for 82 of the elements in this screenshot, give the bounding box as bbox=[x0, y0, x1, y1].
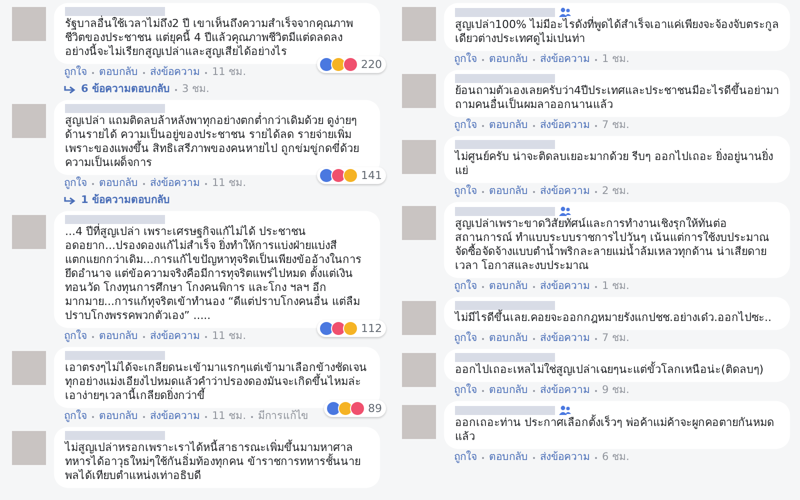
comment-action-link[interactable]: ถูกใจ bbox=[64, 66, 87, 79]
comment-action-link[interactable]: ถูกใจ bbox=[454, 332, 477, 345]
comment-action-link[interactable]: ถูกใจ bbox=[454, 53, 477, 66]
reaction-summary[interactable]: 112 bbox=[317, 320, 386, 337]
comment-time: 1 ชม. bbox=[602, 280, 630, 293]
comment-action-link[interactable]: ส่งข้อความ bbox=[150, 330, 200, 343]
comment-text: ไม่สูญเปล่าหรอกเพราะเราได้หนี้สาธารณะเพิ่มขึ้นมามหาศาล ทหารได้อาวุธใหม่ๆใช้กันอิ่มท้องทุกคน ข้าราชการทหารชั้นนายพลได้เทียบตำแหน่งเท่าอธิบดี bbox=[65, 441, 362, 483]
comment-action-link[interactable]: ถูกใจ bbox=[64, 177, 87, 190]
comment-action-link[interactable]: ถูกใจ bbox=[454, 280, 477, 293]
comment-time: 11 ชม. bbox=[212, 330, 246, 343]
reply-arrow-icon bbox=[64, 196, 76, 206]
comment-action-link[interactable]: ถูกใจ bbox=[64, 410, 87, 423]
comment-action-link[interactable]: ตอบกลับ bbox=[489, 53, 528, 66]
reaction-count: 220 bbox=[361, 58, 382, 72]
avatar-placeholder bbox=[12, 7, 46, 41]
comment-text: สูญเปล่าเพราะขาดวิสัยทัศน์และการทำงานเชิงรุกให้ทันต่อสถานการณ์ ทำแบบระบบราชการไปวันๆ เน้นแต่การใช้งบประมาณจัดซื้อจัดจ้างแบบตำน้ำพริกละลายแม่น้ำล้มเหลวทุกด้าน น่าเสียดายเวลา โอกาสและงบประมาณ bbox=[455, 217, 770, 273]
comment-text: เอาตรงๆไม่ได้จะเกลียดนะเข้ามาแรกๆแต่เข้ามาเลือกข้างชัดเจนทุกอย่างแม่งเอียงไปหมดแล้วคำว่าปรองดองมันจะเกิดขึ้นไหมล่ะเอาง่ายๆเวลานี้เกลียดยิ่งกว่าขี้ bbox=[65, 361, 368, 403]
comment-action-link[interactable]: ถูกใจ bbox=[454, 185, 477, 198]
reaction-summary[interactable]: 141 bbox=[317, 167, 386, 184]
comment-action-link[interactable]: ส่งข้อความ bbox=[540, 185, 590, 198]
comment-action-link[interactable]: ตอบกลับ bbox=[489, 384, 528, 397]
comment-time: 7 ชม. bbox=[602, 119, 630, 132]
reply-time: 3 ชม. bbox=[182, 83, 210, 96]
avatar-placeholder bbox=[12, 104, 46, 138]
reaction-summary[interactable]: 89 bbox=[324, 400, 386, 417]
comment-action-link[interactable]: ถูกใจ bbox=[454, 451, 477, 464]
comment-time: 11 ชม. bbox=[212, 410, 246, 423]
comment-time: 7 ชม. bbox=[602, 332, 630, 345]
comment-action-link[interactable]: ตอบกลับ bbox=[99, 177, 138, 190]
avatar-placeholder bbox=[12, 351, 46, 385]
avatar-placeholder bbox=[402, 7, 436, 41]
comment-action-link[interactable]: ตอบกลับ bbox=[489, 185, 528, 198]
avatar-placeholder bbox=[402, 206, 436, 240]
replies-link[interactable]: 1 ข้อความตอบกลับ bbox=[81, 194, 170, 207]
comment-time: 11 ชม. bbox=[212, 177, 246, 190]
comment-action-link[interactable]: ถูกใจ bbox=[454, 119, 477, 132]
comment-text: สูญเปล่า แถมติดลบล้าหลังพาทุกอย่างตกต่ำกว่าเดิมด้วย ดูง่ายๆด้านรายได้ ความเป็นอยู่ของประชาชน รายได้ลด รายจ่ายเพิ่มเพราะของแพงขึ้น สิทธิเสรีภาพของคนหายไป ถูกข่มขู่กดขี่ด้วยความเป็นเผด็จการ bbox=[65, 114, 360, 170]
comment-action-link[interactable]: ส่งข้อความ bbox=[540, 119, 590, 132]
comment-action-link[interactable]: ตอบกลับ bbox=[489, 119, 528, 132]
comment-action-link[interactable]: ถูกใจ bbox=[454, 384, 477, 397]
comment-action-link[interactable]: ตอบกลับ bbox=[489, 451, 528, 464]
avatar-placeholder bbox=[402, 405, 436, 439]
comment-action-link[interactable]: ตอบกลับ bbox=[489, 280, 528, 293]
comment-text: ออกไปเถอะเหลไม่ใช่สูญเปล่าเฉยๆนะแต่ขั้วโลกเหนือน่ะ(ติดลบๆ) bbox=[455, 363, 765, 377]
comment-action-link[interactable]: ส่งข้อความ bbox=[150, 177, 200, 190]
edited-label: มีการแก้ไข bbox=[258, 410, 308, 423]
comment-action-link[interactable]: ส่งข้อความ bbox=[540, 280, 590, 293]
comment-text: ออกเถอะท่าน ประกาศเลือกตั้งเร็วๆ พ่อค้าแม่ค้าจะผูกคอตายกันหมดแล้ว bbox=[455, 416, 775, 444]
avatar-placeholder bbox=[402, 353, 436, 387]
comment-text: ไม่ศูนย์ครับ น่าจะติดลบเยอะมากด้วย รีบๆ ออกไปเถอะ ยิ่งอยู่นานยิ่งแย่ bbox=[455, 150, 774, 178]
avatar-placeholder bbox=[12, 431, 46, 465]
replies-link[interactable]: 6 ข้อความตอบกลับ bbox=[81, 83, 170, 96]
comment-action-link[interactable]: ส่งข้อความ bbox=[540, 384, 590, 397]
comment-time: 9 ชม. bbox=[602, 384, 630, 397]
reply-arrow-icon bbox=[64, 84, 76, 94]
comment-time: 1 ชม. bbox=[602, 53, 630, 66]
avatar-placeholder bbox=[402, 140, 436, 174]
avatar-placeholder bbox=[402, 74, 436, 108]
comment-action-link[interactable]: ตอบกลับ bbox=[99, 410, 138, 423]
reaction-count: 89 bbox=[368, 402, 382, 416]
comment-text: ...4 ปีที่สูญเปล่า เพราะเศรษฐกิจแก้ไม่ได้ ประชาชนอดอยาก...ปรองดองแก้ไม่สำเร็จ ยิ่งทำให้การแบ่งฝ่ายแบ่งสี แตกแยกกว่าเดิม...การแก้ไขปัญหาทุจริตเป็นเพียงข้ออ้างในการยึดอำนาจ แต่ข้อความจริงคือมีการทุจริตแพร่ไปหมด ตั้งแต่เงินทอนวัด โกงทุนการศึกษา โกงคนพิการ และโกง ฯลฯ อีกมากมาย...การแก้ทุจริตเข้าทำนอง “ดีแต่ปราบโกงคนอื่น แต่ลืมปราบโกงพรรคพวกตัวเอง” ..... bbox=[65, 225, 362, 323]
avatar-placeholder bbox=[12, 215, 46, 249]
reaction-summary[interactable]: 220 bbox=[317, 56, 386, 73]
comment-time: 11 ชม. bbox=[212, 66, 246, 79]
avatar-placeholder bbox=[402, 301, 436, 335]
comment-action-link[interactable]: ตอบกลับ bbox=[489, 332, 528, 345]
comment-text: สูญเปล่า100% ไม่มีอะไรดังที่พูดได้สำเร็จเอาแค่เพียงจะจ้องจับตระกูลเดียวต่างประเทศดูไม่เปนท่า bbox=[455, 18, 779, 46]
comment-text: ไม่มีไรดีขึ้นเลย.คอยจะออกกฎหมายรังแกปชช.อย่างเด๋ว.ออกไปซะ.. bbox=[455, 311, 772, 325]
comment-action-link[interactable]: ถูกใจ bbox=[64, 330, 87, 343]
comment-action-link[interactable]: ส่งข้อความ bbox=[540, 53, 590, 66]
comment-action-link[interactable]: ตอบกลับ bbox=[99, 66, 138, 79]
comment-text: ย้อนถามตัวเองเลยครับว่า4ปีประเทศและประชาชนมีอะไรดีขึ้นอย่ามาถามคนอื่นเป็นผมลาออกนานแล้ว bbox=[455, 84, 779, 112]
reaction-count: 141 bbox=[361, 168, 382, 182]
comment-action-link[interactable]: ตอบกลับ bbox=[99, 330, 138, 343]
reaction-count: 112 bbox=[361, 322, 382, 336]
comment-action-link[interactable]: ส่งข้อความ bbox=[150, 410, 200, 423]
comment-action-link[interactable]: ส่งข้อความ bbox=[150, 66, 200, 79]
comment-time: 2 ชม. bbox=[602, 185, 630, 198]
comment-time: 6 ชม. bbox=[602, 451, 630, 464]
comment-text: รัฐบาลอื่นใช้เวลาไม่ถึง2 ปี เขาเห็นถึงความสำเร็จจากคุณภาพชีวิตของประชาชน แต่ยุคนี้ 4 ปีแล้วคุณภาพชีวิตมีแต่ดลดลง อย่างนี้จะไม่เรียกสูญเปล่าและสูญเสียได้อย่างไร bbox=[65, 17, 354, 59]
comment-action-link[interactable]: ส่งข้อความ bbox=[540, 451, 590, 464]
comment-action-link[interactable]: ส่งข้อความ bbox=[540, 332, 590, 345]
